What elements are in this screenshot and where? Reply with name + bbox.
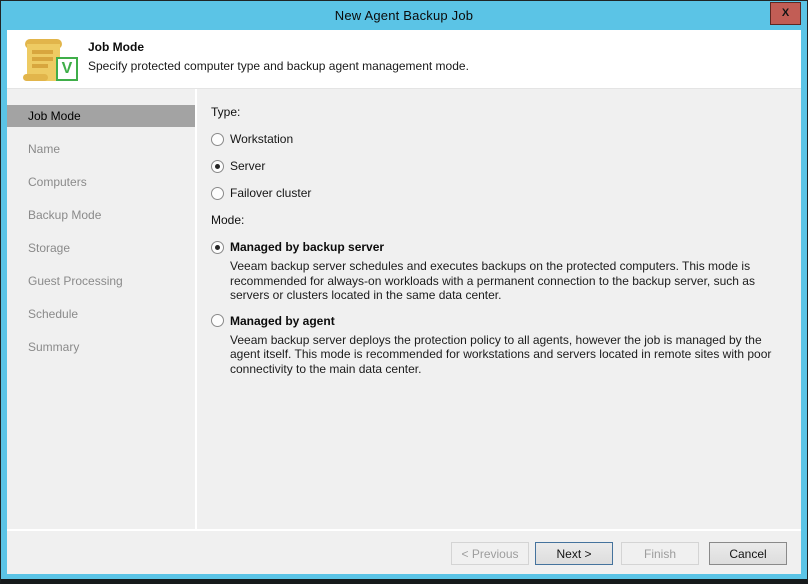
managed-by-backup-server-description: Veeam backup server schedules and execut… xyxy=(230,259,787,303)
step-item-schedule[interactable]: Schedule xyxy=(7,303,195,325)
mode-option-managed-by-backup-server: Managed by backup server Veeam backup se… xyxy=(211,239,787,303)
radio-option-managed-by-agent[interactable]: Managed by agent xyxy=(211,313,787,329)
step-item-summary[interactable]: Summary xyxy=(7,336,195,358)
radio-icon-managed-by-backup-server-selected[interactable] xyxy=(211,241,224,254)
step-title: Job Mode xyxy=(88,40,469,54)
radio-label-failover-cluster: Failover cluster xyxy=(230,186,311,200)
wizard-body: Job Mode Name Computers Backup Mode Stor… xyxy=(7,89,801,529)
radio-option-workstation[interactable]: Workstation xyxy=(211,131,787,147)
step-item-guest-processing[interactable]: Guest Processing xyxy=(7,270,195,292)
cancel-button[interactable]: Cancel xyxy=(709,542,787,565)
radio-icon-server-selected[interactable] xyxy=(211,160,224,173)
step-content: Type: Workstation Server Failover cluste… xyxy=(197,89,801,529)
titlebar: New Agent Backup Job X xyxy=(7,1,801,30)
radio-icon-failover-cluster[interactable] xyxy=(211,187,224,200)
type-section-label: Type: xyxy=(211,105,787,119)
mode-section-label: Mode: xyxy=(211,213,787,227)
radio-label-server: Server xyxy=(230,159,265,173)
step-item-job-mode[interactable]: Job Mode xyxy=(7,105,195,127)
radio-option-failover-cluster[interactable]: Failover cluster xyxy=(211,185,787,201)
step-item-backup-mode[interactable]: Backup Mode xyxy=(7,204,195,226)
mode-option-managed-by-agent: Managed by agent Veeam backup server dep… xyxy=(211,313,787,377)
veeam-v-badge-icon: V xyxy=(56,57,78,81)
badge-letter: V xyxy=(62,60,73,78)
radio-option-server[interactable]: Server xyxy=(211,158,787,174)
step-item-computers[interactable]: Computers xyxy=(7,171,195,193)
policy-scroll-icon: V xyxy=(20,37,80,87)
window-title: New Agent Backup Job xyxy=(335,8,473,23)
close-icon: X xyxy=(782,7,789,19)
radio-label-managed-by-backup-server: Managed by backup server xyxy=(230,240,384,254)
wizard-header: V Job Mode Specify protected computer ty… xyxy=(7,30,801,89)
next-button[interactable]: Next > xyxy=(535,542,613,565)
wizard-window: New Agent Backup Job X V Job M xyxy=(0,0,808,584)
wizard-steps-nav: Job Mode Name Computers Backup Mode Stor… xyxy=(7,89,197,529)
radio-label-managed-by-agent: Managed by agent xyxy=(230,314,335,328)
managed-by-agent-description: Veeam backup server deploys the protecti… xyxy=(230,333,787,377)
dialog-inner: V Job Mode Specify protected computer ty… xyxy=(7,30,801,574)
step-item-name[interactable]: Name xyxy=(7,138,195,160)
wizard-footer: < Previous Next > Finish Cancel xyxy=(7,531,801,574)
finish-button: Finish xyxy=(621,542,699,565)
radio-option-managed-by-backup-server[interactable]: Managed by backup server xyxy=(211,239,787,255)
header-texts: Job Mode Specify protected computer type… xyxy=(88,37,469,88)
close-button[interactable]: X xyxy=(770,2,801,25)
radio-icon-managed-by-agent[interactable] xyxy=(211,314,224,327)
previous-button: < Previous xyxy=(451,542,529,565)
radio-label-workstation: Workstation xyxy=(230,132,293,146)
step-item-storage[interactable]: Storage xyxy=(7,237,195,259)
step-description: Specify protected computer type and back… xyxy=(88,59,469,73)
radio-icon-workstation[interactable] xyxy=(211,133,224,146)
